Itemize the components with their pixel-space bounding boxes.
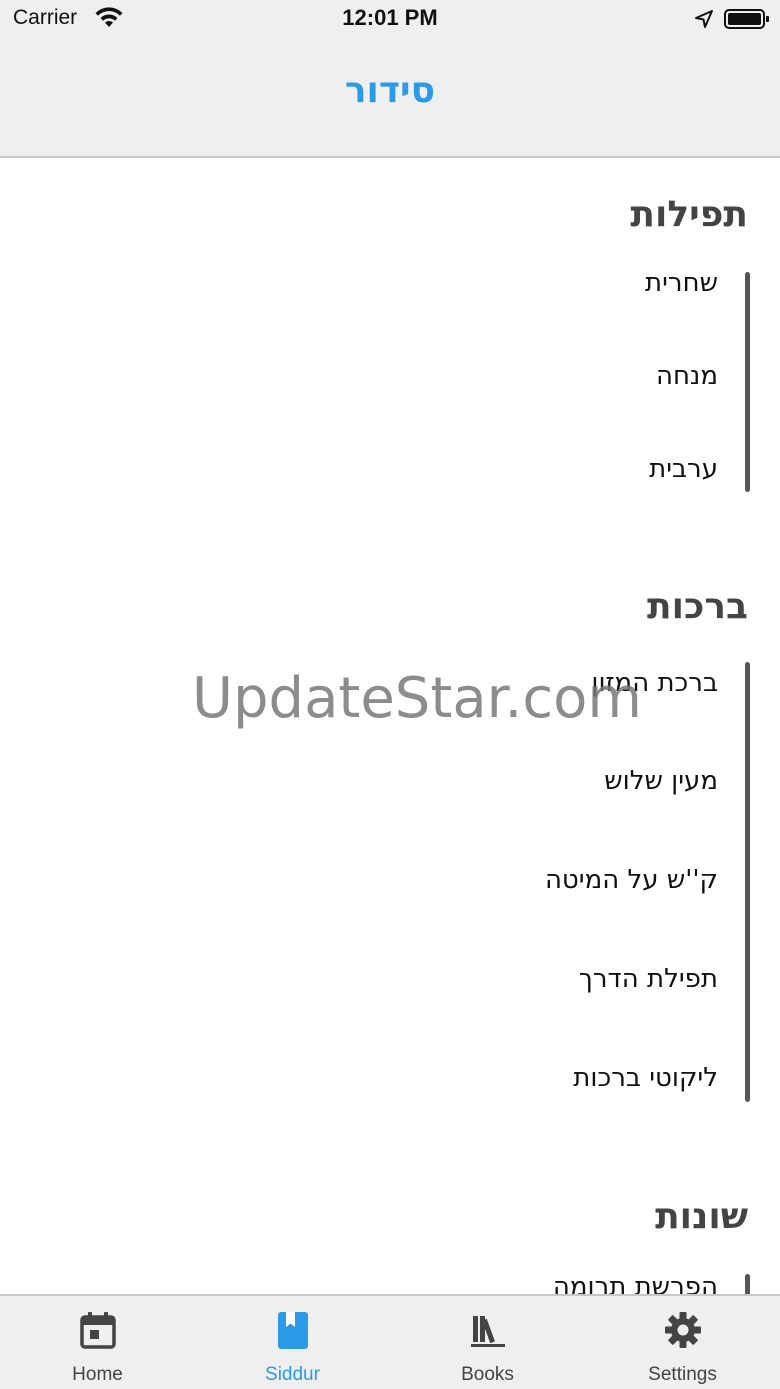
list-item-likutei-brachot[interactable]: ליקוטי ברכות — [573, 1063, 718, 1093]
list-item-hafrashat-truma[interactable]: הפרשת תרומה — [553, 1272, 718, 1294]
tab-home[interactable]: Home — [0, 1296, 195, 1389]
list-item-kriat-shema[interactable]: ק''ש על המיטה — [545, 865, 718, 895]
section-divider-bar — [745, 1274, 750, 1294]
tab-label: Siddur — [265, 1364, 320, 1385]
book-icon — [278, 1312, 308, 1349]
calendar-icon — [80, 1312, 116, 1349]
library-icon — [471, 1316, 505, 1347]
list-item-birkat-hamazon[interactable]: ברכת המזון — [591, 668, 718, 698]
section-divider-bar — [745, 272, 750, 492]
status-bar: Carrier 12:01 PM — [0, 0, 780, 40]
tab-label: Home — [72, 1364, 123, 1385]
list-item-arvit[interactable]: ערבית — [649, 454, 718, 484]
list-item-tefilat-haderech[interactable]: תפילת הדרך — [579, 964, 718, 994]
tab-siddur[interactable]: Siddur — [195, 1296, 390, 1389]
tab-bar: Home Siddur Books Settings — [0, 1294, 780, 1389]
section-title-prayers: תפילות — [630, 194, 748, 235]
gear-icon — [665, 1312, 701, 1348]
battery-icon — [724, 9, 769, 29]
location-arrow-icon — [695, 10, 713, 28]
tab-books[interactable]: Books — [390, 1296, 585, 1389]
tab-label: Settings — [648, 1364, 717, 1385]
tab-settings[interactable]: Settings — [585, 1296, 780, 1389]
page-title: סידור — [344, 70, 436, 111]
siddur-list[interactable]: תפילות שחרית מנחה ערבית ברכות ברכת המזון… — [0, 158, 780, 1294]
list-item-meein-shalosh[interactable]: מעין שלוש — [604, 766, 718, 796]
section-title-blessings: ברכות — [647, 586, 748, 627]
section-divider-bar — [745, 662, 750, 1102]
clock: 12:01 PM — [342, 5, 438, 30]
list-item-shacharit[interactable]: שחרית — [645, 268, 718, 298]
list-item-mincha[interactable]: מנחה — [656, 361, 718, 391]
tab-label: Books — [461, 1364, 514, 1385]
navigation-bar: סידור — [0, 40, 780, 158]
section-title-misc: שונות — [655, 1196, 748, 1237]
